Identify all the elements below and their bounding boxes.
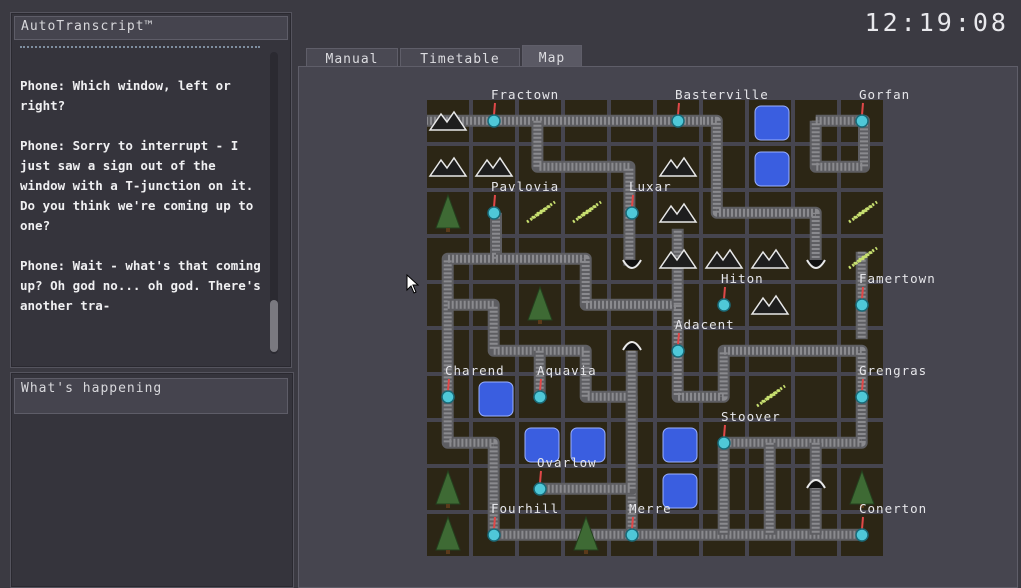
scrollbar-thumb[interactable] (270, 300, 278, 352)
transcript-cut-line (20, 46, 260, 52)
transcript-text: Phone: Which window, left or right? Phon… (20, 76, 266, 336)
transcript-scrollbar[interactable] (270, 52, 278, 354)
clock: 12:19:08 (864, 8, 1009, 37)
mouse-cursor-icon (406, 274, 420, 294)
transcript-line: Phone: Wait - what's that coming up? Oh … (20, 258, 261, 313)
transcript-line: Phone: Sorry to interrupt - I just saw a… (20, 138, 254, 233)
transcript-line: Phone: Which window, left or right? (20, 78, 231, 113)
map-frame (298, 66, 1018, 588)
happening-title: What's happening (14, 378, 288, 414)
transcript-title: AutoTranscript™ (14, 16, 288, 40)
